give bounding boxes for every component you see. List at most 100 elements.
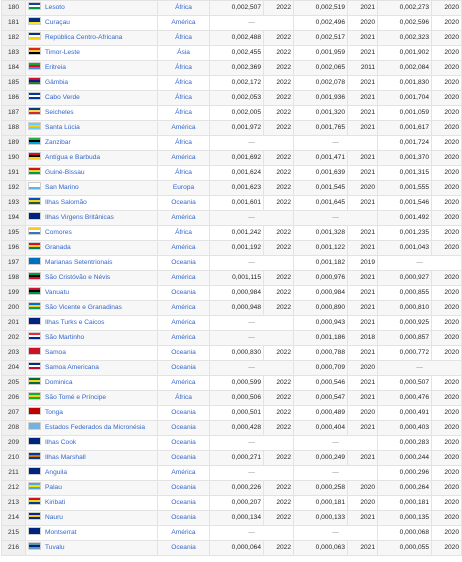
continent-link[interactable]: Oceania xyxy=(171,259,196,266)
country-link[interactable]: Dominica xyxy=(45,379,72,386)
country-cell: Montserrat xyxy=(25,525,158,541)
continent-link[interactable]: África xyxy=(175,94,192,101)
estimate-3-value-cell: 0,001,315 xyxy=(377,165,432,181)
country-cell: Tonga xyxy=(25,405,158,421)
flag-montserrat-icon xyxy=(28,527,41,535)
country-cell: Curaçau xyxy=(25,15,158,31)
country-link[interactable]: Estados Federados da Micronésia xyxy=(45,424,145,431)
country-link[interactable]: Comores xyxy=(45,229,72,236)
country-link[interactable]: Seicheles xyxy=(45,109,74,116)
country-link[interactable]: Ilhas Turks e Caicos xyxy=(45,319,104,326)
estimate-1-value-cell: — xyxy=(209,315,294,331)
country-link[interactable]: Tonga xyxy=(45,409,63,416)
continent-link[interactable]: Oceania xyxy=(171,409,196,416)
flag-gambia-icon xyxy=(28,77,41,85)
country-link[interactable]: São Martinho xyxy=(45,334,84,341)
continent-link[interactable]: América xyxy=(171,469,195,476)
country-link[interactable]: São Vicente e Granadinas xyxy=(45,304,122,311)
estimate-3-year-cell: 2020 xyxy=(431,375,462,391)
continent-link[interactable]: América xyxy=(171,244,195,251)
country-link[interactable]: Marianas Setentrionais xyxy=(45,259,112,266)
continent-link[interactable]: Ásia xyxy=(177,49,190,56)
country-link[interactable]: Ilhas Cook xyxy=(45,439,76,446)
continent-link[interactable]: África xyxy=(175,394,192,401)
country-link[interactable]: Tuvalu xyxy=(45,544,65,551)
country-link[interactable]: Santa Lúcia xyxy=(45,124,80,131)
country-cell: Samoa Americana xyxy=(25,360,158,376)
continent-link[interactable]: Oceania xyxy=(171,424,196,431)
continent-cell: Oceania xyxy=(157,480,210,496)
continent-link[interactable]: América xyxy=(171,154,195,161)
country-link[interactable]: Vanuatu xyxy=(45,289,69,296)
continent-link[interactable]: Oceania xyxy=(171,289,196,296)
continent-link[interactable]: América xyxy=(171,529,195,536)
country-link[interactable]: Timor-Leste xyxy=(45,49,80,56)
continent-link[interactable]: África xyxy=(175,109,192,116)
country-link[interactable]: San Marino xyxy=(45,184,79,191)
continent-link[interactable]: Oceania xyxy=(171,349,196,356)
continent-link[interactable]: Oceania xyxy=(171,364,196,371)
country-link[interactable]: Cabo Verde xyxy=(45,94,80,101)
continent-link[interactable]: América xyxy=(171,319,195,326)
continent-link[interactable]: América xyxy=(171,19,195,26)
continent-link[interactable]: Oceania xyxy=(171,544,196,551)
continent-link[interactable]: África xyxy=(175,4,192,11)
country-link[interactable]: Guiné-Bissau xyxy=(45,169,85,176)
continent-link[interactable]: Oceania xyxy=(171,454,196,461)
country-link[interactable]: Nauru xyxy=(45,514,63,521)
country-link[interactable]: Lesoto xyxy=(45,4,65,11)
continent-link[interactable]: América xyxy=(171,274,195,281)
continent-link[interactable]: América xyxy=(171,124,195,131)
continent-link[interactable]: América xyxy=(171,334,195,341)
country-link[interactable]: São Cristóvão e Névis xyxy=(45,274,110,281)
country-link[interactable]: Curaçau xyxy=(45,19,70,26)
continent-link[interactable]: Oceania xyxy=(171,514,196,521)
table-row: 200 São Vicente e Granadinas América 0,000,… xyxy=(1,300,462,316)
country-link[interactable]: Ilhas Marshall xyxy=(45,454,86,461)
rank-cell: 180 xyxy=(1,0,26,16)
country-link[interactable]: Samoa Americana xyxy=(45,364,99,371)
continent-link[interactable]: África xyxy=(175,64,192,71)
continent-cell: África xyxy=(157,30,210,46)
estimate-3-year-cell: 2020 xyxy=(431,0,462,16)
country-link[interactable]: Ilhas Salomão xyxy=(45,199,87,206)
country-link[interactable]: São Tomé e Príncipe xyxy=(45,394,106,401)
country-link[interactable]: Gâmbia xyxy=(45,79,68,86)
country-link[interactable]: Antígua e Barbuda xyxy=(45,154,100,161)
continent-link[interactable]: África xyxy=(175,169,192,176)
continent-cell: Oceania xyxy=(157,450,210,466)
country-link[interactable]: Montserrat xyxy=(45,529,77,536)
continent-link[interactable]: Oceania xyxy=(171,439,196,446)
continent-link[interactable]: América xyxy=(171,304,195,311)
country-cell: Guiné-Bissau xyxy=(25,165,158,181)
estimate-2-year-cell: 2021 xyxy=(347,450,378,466)
country-link[interactable]: Anguila xyxy=(45,469,67,476)
continent-link[interactable]: América xyxy=(171,214,195,221)
continent-link[interactable]: Oceania xyxy=(171,484,196,491)
country-link[interactable]: Samoa xyxy=(45,349,66,356)
estimate-3-year-cell: 2020 xyxy=(431,390,462,406)
gdp-ranking-table: 180 Lesoto África 0,002,507 2022 0,002,519 202… xyxy=(1,0,462,556)
continent-link[interactable]: Europa xyxy=(173,184,194,191)
estimate-1-value-cell: 0,000,948 xyxy=(209,300,264,316)
estimate-2-value-cell: 0,000,249 xyxy=(293,450,348,466)
table-row: 190 Antígua e Barbuda América 0,001,692 2022… xyxy=(1,150,462,166)
table-row: 187 Seicheles África 0,002,005 2022 0,001,320… xyxy=(1,105,462,121)
country-link[interactable]: Kiribati xyxy=(45,499,65,506)
country-link[interactable]: Granada xyxy=(45,244,71,251)
continent-link[interactable]: América xyxy=(171,379,195,386)
continent-link[interactable]: África xyxy=(175,229,192,236)
flag-curacao-icon xyxy=(28,17,41,25)
country-link[interactable]: Palau xyxy=(45,484,62,491)
continent-link[interactable]: África xyxy=(175,79,192,86)
country-link[interactable]: República Centro-Africana xyxy=(45,34,122,41)
continent-link[interactable]: África xyxy=(175,34,192,41)
country-link[interactable]: Ilhas Virgens Britânicas xyxy=(45,214,114,221)
continent-link[interactable]: Oceania xyxy=(171,199,196,206)
continent-link[interactable]: Oceania xyxy=(171,499,196,506)
rank-cell: 199 xyxy=(1,285,26,301)
country-link[interactable]: Eritreia xyxy=(45,64,66,71)
continent-link[interactable]: África xyxy=(175,139,192,146)
country-link[interactable]: Zanzibar xyxy=(45,139,71,146)
estimate-3-value-cell: 0,000,296 xyxy=(377,465,432,481)
